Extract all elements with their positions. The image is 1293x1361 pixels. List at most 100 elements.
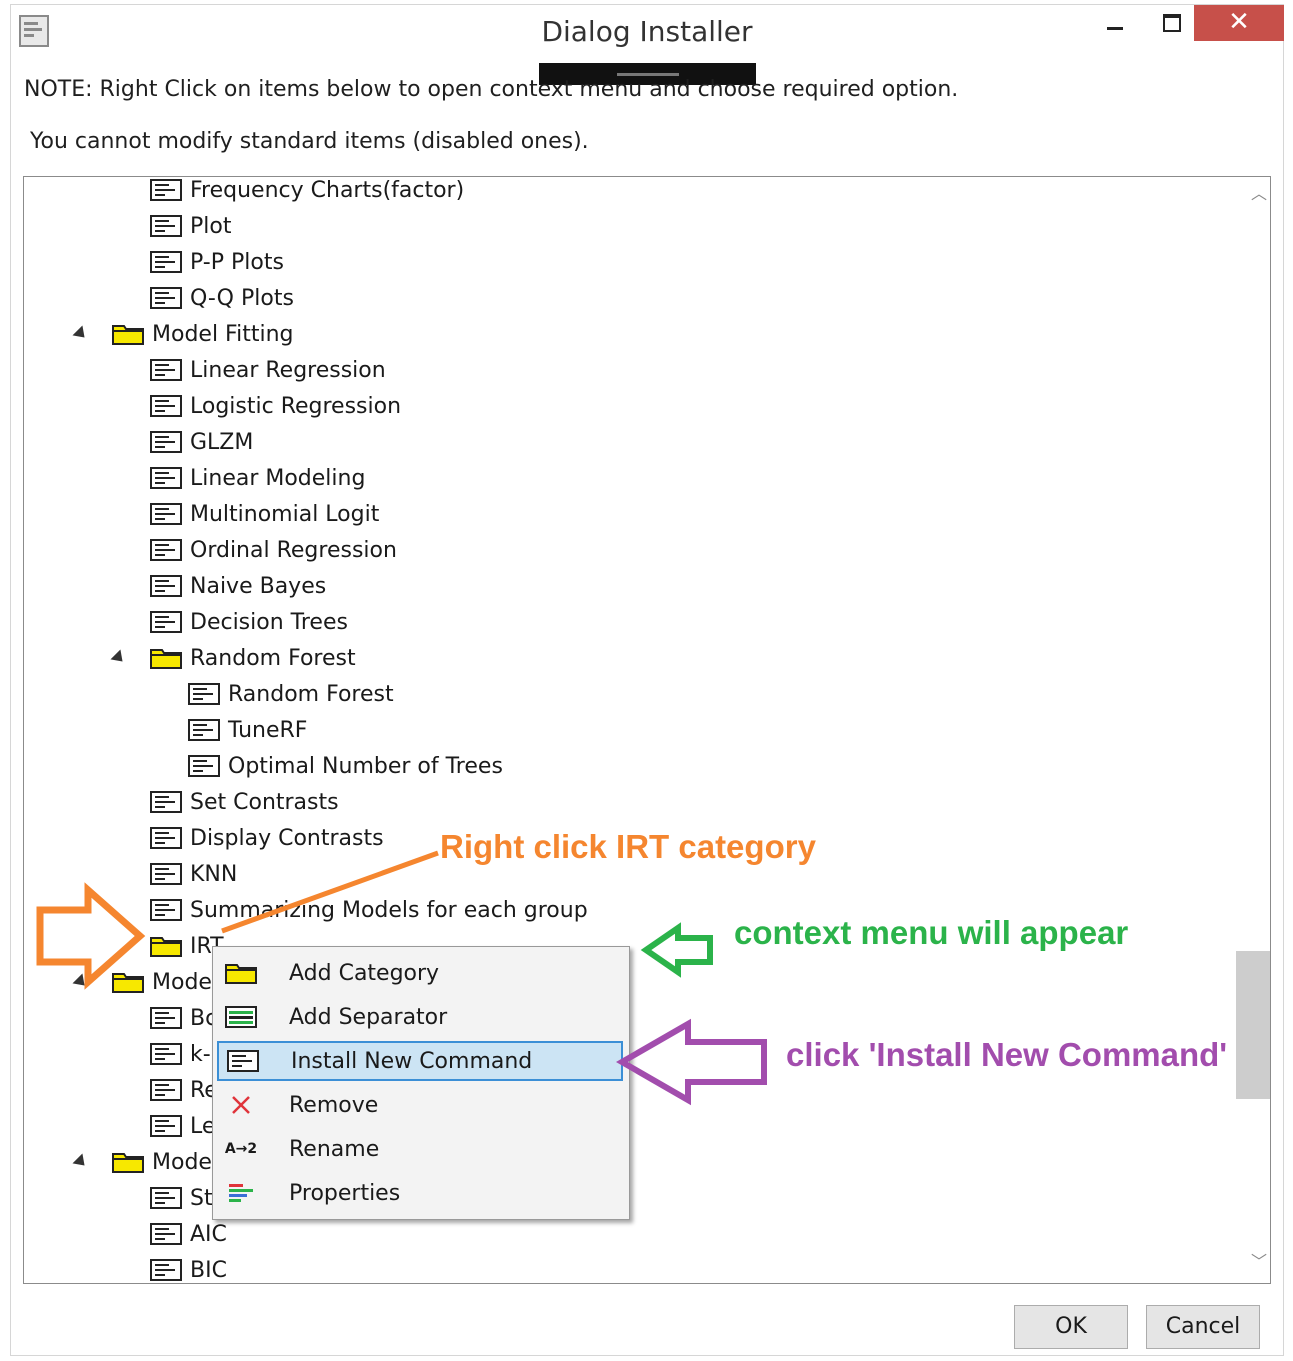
menu-item-label: Add Category xyxy=(289,960,440,986)
menu-item-rename[interactable]: A→2 Rename xyxy=(217,1129,623,1169)
command-icon xyxy=(150,1115,182,1137)
command-icon xyxy=(150,1043,182,1065)
tree-item[interactable]: Re xyxy=(150,1073,218,1107)
tree-item-label: Optimal Number of Trees xyxy=(228,753,503,779)
dialog-window: Dialog Installer ✕ NOTE: Right Click on … xyxy=(10,4,1284,1356)
tree-item-label: AIC xyxy=(190,1221,227,1247)
expand-triangle-icon[interactable] xyxy=(72,973,90,991)
menu-item-label: Rename xyxy=(289,1136,380,1162)
tree-item[interactable]: Multinomial Logit xyxy=(150,497,379,531)
tree-item[interactable]: k- xyxy=(150,1037,211,1071)
tree-item-label: Logistic Regression xyxy=(190,393,402,419)
tree-item[interactable]: Optimal Number of Trees xyxy=(188,749,503,783)
tree-item[interactable]: Summarizing Models for each group xyxy=(150,893,588,927)
menu-item-label: Install New Command xyxy=(291,1048,533,1074)
menu-tree[interactable]: ︿ ﹀ Frequency Charts(factor) Plot P-P Plot… xyxy=(23,176,1271,1284)
tree-item[interactable]: Logistic Regression xyxy=(150,389,401,423)
command-icon xyxy=(150,863,182,885)
tree-item-label: Summarizing Models for each group xyxy=(190,897,588,923)
command-icon xyxy=(150,1187,182,1209)
tree-item-label: Mode xyxy=(152,969,212,995)
command-icon xyxy=(150,359,182,381)
rename-icon: A→2 xyxy=(224,1141,258,1157)
command-icon xyxy=(150,467,182,489)
command-icon xyxy=(150,827,182,849)
tree-item-label: Display Contrasts xyxy=(190,825,384,851)
cancel-button[interactable]: Cancel xyxy=(1146,1305,1260,1349)
tree-item[interactable]: Random Forest xyxy=(188,677,394,711)
tree-item[interactable]: Ordinal Regression xyxy=(150,533,397,567)
command-icon xyxy=(150,791,182,813)
tree-item-label: Decision Trees xyxy=(190,609,348,635)
tree-item[interactable]: St xyxy=(150,1181,213,1215)
scroll-down-icon[interactable]: ﹀ xyxy=(1248,1251,1270,1273)
command-icon xyxy=(150,899,182,921)
tree-item[interactable]: Display Contrasts xyxy=(150,821,384,855)
menu-item-properties[interactable]: Properties xyxy=(217,1173,623,1213)
menu-item-install-new-command[interactable]: Install New Command xyxy=(217,1041,623,1081)
tree-item[interactable]: Linear Regression xyxy=(150,353,386,387)
expand-triangle-icon[interactable] xyxy=(72,1153,90,1171)
command-icon xyxy=(150,215,182,237)
separator-icon xyxy=(225,1005,257,1029)
tree-item-label: KNN xyxy=(190,861,238,887)
tree-item[interactable]: P-P Plots xyxy=(150,245,284,279)
folder-icon xyxy=(150,935,182,957)
scrollbar-thumb[interactable] xyxy=(1236,951,1270,1099)
maximize-button[interactable] xyxy=(1157,5,1187,43)
command-icon xyxy=(150,539,182,561)
tree-item[interactable]: Naive Bayes xyxy=(150,569,326,603)
tree-item-label: GLZM xyxy=(190,429,254,455)
tree-item[interactable]: Decision Trees xyxy=(150,605,348,639)
tree-item-label: Multinomial Logit xyxy=(190,501,380,527)
folder-icon xyxy=(225,961,257,985)
tree-category[interactable]: Random Forest xyxy=(150,641,356,675)
expand-triangle-icon[interactable] xyxy=(72,325,90,343)
tree-item[interactable]: Linear Modeling xyxy=(150,461,365,495)
tree-item[interactable]: BIC xyxy=(150,1253,227,1283)
menu-item-add-category[interactable]: Add Category xyxy=(217,953,623,993)
title-bar: Dialog Installer ✕ xyxy=(11,5,1284,59)
remove-x-icon xyxy=(225,1093,257,1117)
tree-item-label: P-P Plots xyxy=(190,249,284,275)
command-icon xyxy=(188,755,220,777)
tree-category[interactable]: Model Fitting xyxy=(112,317,294,351)
scroll-up-icon[interactable]: ︿ xyxy=(1248,183,1270,205)
command-icon xyxy=(150,1079,182,1101)
command-icon xyxy=(150,179,182,201)
command-icon xyxy=(150,287,182,309)
tree-category[interactable]: Mode xyxy=(112,1145,212,1179)
minimize-button[interactable] xyxy=(1101,5,1131,43)
command-icon xyxy=(150,1007,182,1029)
close-button[interactable]: ✕ xyxy=(1194,5,1284,41)
menu-item-label: Properties xyxy=(289,1180,401,1206)
tree-item-label: Model Fitting xyxy=(152,321,294,347)
annotation-right-click: Right click IRT category xyxy=(440,828,816,865)
tree-item[interactable]: Plot xyxy=(150,209,231,243)
command-icon xyxy=(150,395,182,417)
tree-item[interactable]: Le xyxy=(150,1109,215,1143)
menu-item-remove[interactable]: Remove xyxy=(217,1085,623,1125)
tree-item-label: Set Contrasts xyxy=(190,789,339,815)
menu-item-label: Add Separator xyxy=(289,1004,448,1030)
expand-triangle-icon[interactable] xyxy=(110,649,128,667)
folder-icon xyxy=(112,971,144,993)
tree-item[interactable]: Bc xyxy=(150,1001,217,1035)
menu-item-add-separator[interactable]: Add Separator xyxy=(217,997,623,1037)
tree-item-label: Linear Modeling xyxy=(190,465,366,491)
tree-item[interactable]: GLZM xyxy=(150,425,253,459)
tree-item-label: Linear Regression xyxy=(190,357,386,383)
tree-item-label: Mode xyxy=(152,1149,212,1175)
command-icon xyxy=(150,1259,182,1281)
tree-item[interactable]: TuneRF xyxy=(188,713,307,747)
tree-item[interactable]: Set Contrasts xyxy=(150,785,339,819)
note-line-2: You cannot modify standard items (disabl… xyxy=(30,129,589,154)
tree-item[interactable]: Q-Q Plots xyxy=(150,281,294,315)
tree-item[interactable]: KNN xyxy=(150,857,237,891)
tree-item-label: Frequency Charts(factor) xyxy=(190,177,465,203)
tree-item[interactable]: AIC xyxy=(150,1217,227,1251)
tree-item-label: Plot xyxy=(190,213,232,239)
tree-item[interactable]: Frequency Charts(factor) xyxy=(150,177,465,207)
ok-button[interactable]: OK xyxy=(1014,1305,1128,1349)
tree-category[interactable]: Mode xyxy=(112,965,212,999)
